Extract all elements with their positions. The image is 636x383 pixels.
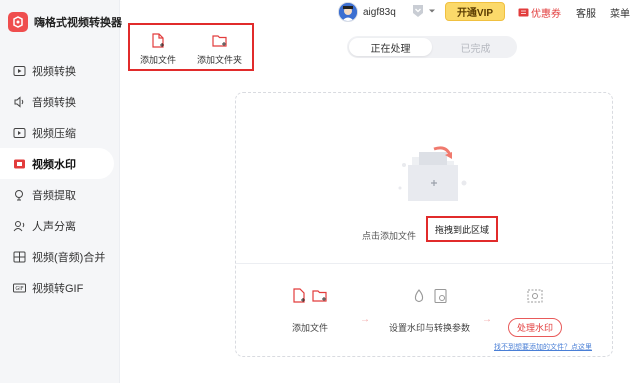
sidebar-item-label: 视频水印 — [32, 158, 76, 171]
add-file-icon — [152, 33, 164, 48]
watermark-drop-icon — [414, 289, 423, 303]
step-settings: 设置水印与转换参数 — [389, 286, 470, 334]
add-file-label: 添加文件 — [140, 55, 177, 65]
arrow-right-icon: → — [482, 314, 492, 325]
video-compress-icon — [12, 126, 26, 140]
support-button[interactable]: 客服 — [576, 5, 596, 20]
app-title: 嗨格式视频转换器 — [34, 17, 122, 29]
audio-extract-icon — [12, 188, 26, 202]
folder-drop-icon — [394, 143, 474, 208]
add-folder-icon — [312, 290, 327, 302]
add-buttons-highlight: 添加文件 添加文件夹 — [128, 23, 254, 71]
coupon-button[interactable]: 优惠券 — [518, 5, 561, 20]
step-process: 处理水印 — [508, 286, 563, 337]
drop-zone[interactable]: 点击添加文件 拖拽到此区域 添加文件 → 设置水印与转换参数 → 处理水印 找不… — [235, 92, 613, 357]
sidebar-item-label: 视频转换 — [32, 65, 76, 78]
sidebar-item-video-compress[interactable]: 视频压缩 — [0, 117, 120, 148]
sidebar-item-label: 音频转换 — [32, 96, 76, 109]
sidebar-item-video-watermark[interactable]: 视频水印 — [0, 148, 114, 179]
drop-hint-drag: 拖拽到此区域 — [434, 224, 489, 235]
sidebar-item-audio-extract[interactable]: 音频提取 — [0, 179, 120, 210]
sidebar-item-label: 视频(音频)合并 — [32, 251, 106, 264]
sidebar-item-label: 人声分离 — [32, 220, 76, 233]
sidebar-item-label: 视频转GIF — [32, 282, 84, 295]
drop-hint-click[interactable]: 点击添加文件 — [362, 229, 416, 242]
vocal-separate-icon — [12, 219, 26, 233]
process-watermark-icon — [527, 289, 543, 303]
divider — [236, 263, 612, 264]
gif-icon: GIF — [12, 281, 26, 295]
add-folder-label: 添加文件夹 — [197, 55, 243, 65]
arrow-right-icon: → — [360, 314, 370, 325]
add-file-icon — [293, 288, 305, 303]
sidebar-nav: 视频转换 音频转换 视频压缩 视频水印 音频提取 人声分离 视频(音频)合并 G… — [0, 55, 120, 303]
sidebar-item-gif[interactable]: GIF 视频转GIF — [0, 272, 120, 303]
vip-badge-icon — [413, 5, 423, 17]
merge-icon — [12, 250, 26, 264]
add-file-button[interactable]: 添加文件 — [140, 33, 176, 66]
sidebar-item-video-convert[interactable]: 视频转换 — [0, 55, 120, 86]
add-folder-button[interactable]: 添加文件夹 — [197, 33, 242, 66]
sidebar-item-merge[interactable]: 视频(音频)合并 — [0, 241, 120, 272]
workflow-steps: 添加文件 → 设置水印与转换参数 → 处理水印 — [236, 271, 614, 337]
sidebar-item-label: 音频提取 — [32, 189, 76, 202]
svg-text:GIF: GIF — [15, 286, 23, 292]
username: aigf83q — [363, 6, 396, 18]
menu-button[interactable]: 菜单 — [610, 5, 630, 20]
video-convert-icon — [12, 64, 26, 78]
coupon-icon — [518, 8, 529, 17]
process-watermark-button[interactable]: 处理水印 — [508, 318, 563, 337]
user-profile[interactable]: aigf83q — [338, 2, 396, 22]
drag-here-highlight: 拖拽到此区域 — [426, 216, 498, 242]
step-add-file: 添加文件 — [292, 286, 328, 334]
sidebar-item-audio-convert[interactable]: 音频转换 — [0, 86, 120, 117]
vip-status[interactable] — [410, 3, 436, 19]
video-watermark-icon — [12, 157, 26, 171]
step-label: 设置水印与转换参数 — [389, 323, 471, 333]
sidebar-item-label: 视频压缩 — [32, 127, 76, 140]
status-tabs: 正在处理 已完成 — [347, 36, 517, 58]
step-label: 添加文件 — [292, 323, 329, 333]
tab-processing[interactable]: 正在处理 — [349, 38, 432, 56]
sidebar: 嗨格式视频转换器 视频转换 音频转换 视频压缩 视频水印 音频提取 人声分离 视… — [0, 0, 122, 383]
brand: 嗨格式视频转换器 — [8, 12, 122, 32]
sidebar-item-vocal-separate[interactable]: 人声分离 — [0, 210, 120, 241]
settings-doc-icon — [433, 288, 447, 304]
coupon-label: 优惠券 — [531, 9, 561, 20]
tab-done[interactable]: 已完成 — [434, 36, 517, 58]
top-bar: aigf83q 开通VIP 优惠券 客服 菜单 — [120, 0, 636, 24]
drop-hint: 点击添加文件 — [362, 229, 416, 242]
help-link[interactable]: 找不到想要添加的文件？点这里 — [494, 342, 592, 352]
audio-convert-icon — [12, 95, 26, 109]
avatar[interactable] — [338, 2, 358, 22]
add-folder-icon — [211, 35, 227, 47]
chevron-down-icon — [429, 9, 435, 13]
app-logo-icon — [8, 12, 28, 32]
open-vip-button[interactable]: 开通VIP — [445, 2, 505, 21]
